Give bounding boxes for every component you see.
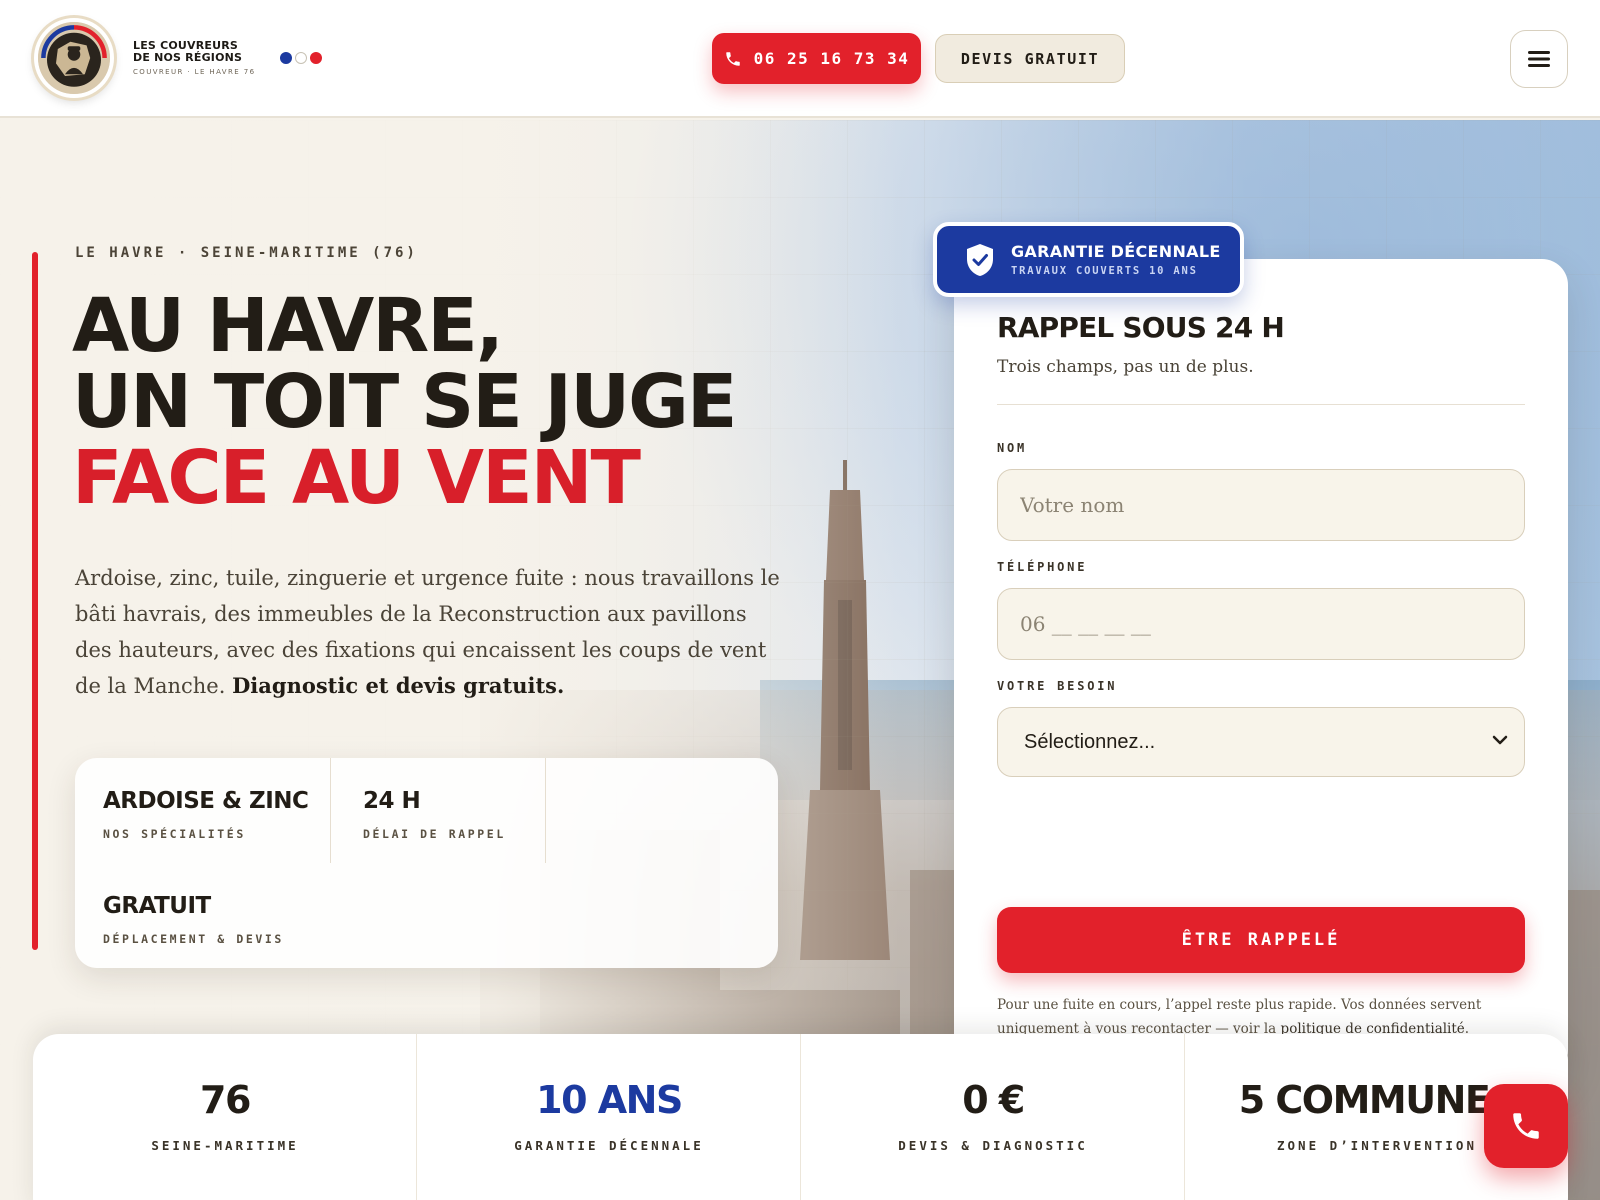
- flag-dot-white: [295, 52, 307, 64]
- call-phone-button[interactable]: 06 25 16 73 34: [712, 33, 921, 84]
- phone-icon: [725, 51, 740, 66]
- floating-call-button[interactable]: [1484, 1084, 1568, 1168]
- spec-value: 24 H: [363, 788, 421, 814]
- badge-subtitle: TRAVAUX COUVERTS 10 ANS: [1011, 265, 1198, 277]
- form-title: RAPPEL SOUS 24 H: [997, 311, 1285, 344]
- hero-lead-strong: Diagnostic et devis gratuits.: [232, 673, 565, 698]
- stat-item: 0 € DEVIS & DIAGNOSTIC: [801, 1034, 1185, 1200]
- stat-value: 0 €: [962, 1078, 1025, 1122]
- hero-eyebrow: LE HAVRE · SEINE-MARITIME (76): [75, 245, 418, 261]
- spec-value: ARDOISE & ZINC: [103, 788, 309, 814]
- brand-tagline: COUVREUR · LE HAVRE 76: [133, 68, 256, 76]
- stat-label: DEVIS & DIAGNOSTIC: [898, 1138, 1088, 1153]
- submit-callback-button[interactable]: ÊTRE RAPPELÉ: [997, 907, 1525, 973]
- accent-bar: [32, 252, 38, 950]
- stat-label: GARANTIE DÉCENNALE: [514, 1138, 704, 1153]
- badge-title: GARANTIE DÉCENNALE: [1011, 242, 1221, 261]
- need-label: VOTRE BESOIN: [997, 679, 1118, 693]
- phone-icon: [1513, 1113, 1539, 1139]
- hamburger-menu-icon: [1528, 51, 1550, 67]
- need-select-value: Sélectionnez...: [1024, 730, 1156, 753]
- flag-dot-red: [310, 52, 322, 64]
- spec-label: DÉPLACEMENT & DEVIS: [103, 932, 284, 946]
- spec-item: ARDOISE & ZINC NOS SPÉCIALITÉS: [103, 788, 309, 841]
- spec-label: DÉLAI DE RAPPEL: [363, 827, 506, 841]
- hero-title-line-2: UN TOIT SE JUGE: [72, 359, 737, 445]
- hero-lead: Ardoise, zinc, tuile, zinguerie et urgen…: [75, 560, 785, 704]
- name-label: NOM: [997, 441, 1028, 455]
- french-flag-dots: [280, 52, 322, 64]
- stat-value: 10 ANS: [536, 1078, 683, 1122]
- roofer-logo-icon: [38, 22, 110, 94]
- hero-title: AU HAVRE, UN TOIT SE JUGE FACE AU VENT: [72, 283, 737, 521]
- brand-name[interactable]: LES COUVREURS DE NOS RÉGIONS COUVREUR · …: [133, 40, 283, 77]
- warranty-badge: GARANTIE DÉCENNALE TRAVAUX COUVERTS 10 A…: [933, 222, 1244, 297]
- stat-item: 10 ANS GARANTIE DÉCENNALE: [417, 1034, 801, 1200]
- form-subtitle: Trois champs, pas un de plus.: [997, 357, 1254, 377]
- name-input[interactable]: [997, 469, 1525, 541]
- hero-title-line-3: FACE AU VENT: [72, 435, 641, 521]
- spec-label: NOS SPÉCIALITÉS: [103, 827, 246, 841]
- need-select[interactable]: Sélectionnez...: [997, 707, 1525, 777]
- shield-check-icon: [967, 243, 993, 276]
- stats-bar: 76 SEINE-MARITIME 10 ANS GARANTIE DÉCENN…: [33, 1034, 1568, 1200]
- callback-form: RAPPEL SOUS 24 H Trois champs, pas un de…: [954, 259, 1568, 1077]
- chevron-down-icon: [1492, 735, 1508, 745]
- form-divider: [997, 404, 1525, 405]
- spec-item: 24 H DÉLAI DE RAPPEL: [363, 788, 506, 841]
- spec-value: GRATUIT: [103, 893, 211, 919]
- specialties-card: ARDOISE & ZINC NOS SPÉCIALITÉS 24 H DÉLA…: [75, 758, 778, 968]
- roofer-logo[interactable]: [34, 18, 114, 98]
- brand-line-2: DE NOS RÉGIONS: [133, 51, 243, 64]
- spec-divider: [330, 758, 331, 863]
- spec-divider: [545, 758, 546, 863]
- free-quote-button[interactable]: DEVIS GRATUIT: [935, 34, 1125, 83]
- phone-label: TÉLÉPHONE: [997, 560, 1088, 574]
- stat-value: 76: [200, 1078, 251, 1122]
- menu-button[interactable]: [1510, 30, 1568, 88]
- spec-item: GRATUIT DÉPLACEMENT & DEVIS: [103, 893, 284, 946]
- flag-dot-blue: [280, 52, 292, 64]
- site-header: LES COUVREURS DE NOS RÉGIONS COUVREUR · …: [0, 0, 1600, 118]
- stat-label: SEINE-MARITIME: [151, 1138, 299, 1153]
- phone-input[interactable]: [997, 588, 1525, 660]
- phone-number: 06 25 16 73 34: [753, 49, 910, 68]
- hero-title-line-1: AU HAVRE,: [72, 283, 504, 369]
- stat-item: 76 SEINE-MARITIME: [33, 1034, 417, 1200]
